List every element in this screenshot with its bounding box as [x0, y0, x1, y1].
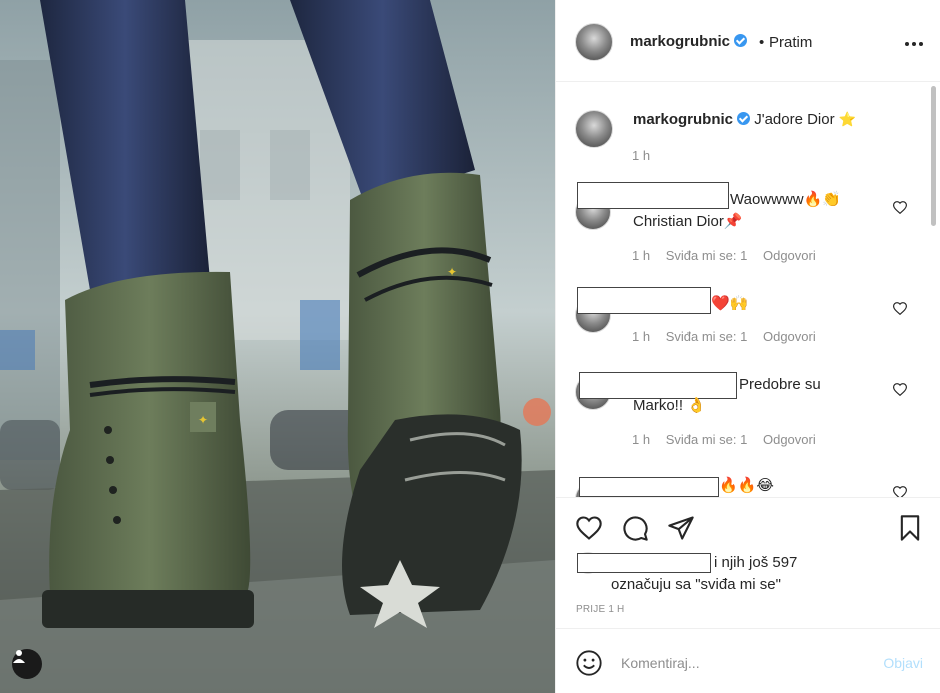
comment-text: ❤️🙌 [711, 295, 749, 312]
post-timestamp[interactable]: PRIJE 1 H [576, 604, 624, 615]
redacted-username [577, 287, 711, 314]
comment-heart-icon[interactable] [893, 383, 907, 396]
post-side-panel: markogrubnic • Pratim markogrubnic J'ado… [555, 0, 940, 693]
verified-badge-icon [737, 112, 751, 125]
reply-button[interactable]: Odgovori [763, 432, 816, 447]
comment-time[interactable]: 1 h [632, 248, 650, 263]
boots-illustration: ✦ ✦ [0, 0, 555, 693]
comment-likes[interactable]: Sviđa mi se: 1 [666, 432, 748, 447]
following-button[interactable]: Pratim [769, 34, 812, 51]
reply-button[interactable]: Odgovori [763, 329, 816, 344]
heart-icon[interactable] [575, 514, 603, 542]
post-username[interactable]: markogrubnic [630, 33, 748, 50]
post-header: markogrubnic • Pratim [556, 0, 940, 82]
comment-heart-icon[interactable] [893, 201, 907, 214]
comment-meta: 1 h Sviđa mi se: 1 Odgovori [632, 248, 828, 263]
tag-user-button[interactable] [12, 649, 42, 679]
caption-time[interactable]: 1 h [632, 148, 650, 163]
caption-avatar[interactable] [575, 110, 613, 148]
smiley-icon[interactable] [575, 649, 603, 677]
comment-text: Waowwww🔥👏 [730, 191, 841, 208]
comment-likes[interactable]: Sviđa mi se: 1 [666, 248, 748, 263]
scroll-thumb[interactable] [931, 86, 936, 226]
share-icon[interactable] [667, 514, 695, 542]
svg-text:✦: ✦ [447, 265, 457, 279]
bookmark-icon[interactable] [896, 514, 924, 542]
comment-text: Predobre su [739, 376, 821, 393]
comment-time[interactable]: 1 h [632, 432, 650, 447]
verified-badge-icon [734, 34, 748, 47]
caption-text: J'adore Dior [754, 111, 835, 128]
svg-text:✦: ✦ [198, 413, 208, 427]
comments-scrollbar[interactable] [931, 86, 938, 494]
comment-icon[interactable] [621, 514, 649, 542]
comment-meta: 1 h Sviđa mi se: 1 Odgovori [632, 329, 828, 344]
redacted-liker-username [577, 553, 711, 573]
redacted-username [579, 477, 719, 497]
add-comment-section: Objavi [556, 628, 940, 693]
comment-meta: 1 h Sviđa mi se: 1 Odgovori [632, 432, 828, 447]
comment-text-continued: Marko!! 👌 [633, 397, 706, 414]
comment-heart-icon[interactable] [893, 486, 907, 497]
comment-time[interactable]: 1 h [632, 329, 650, 344]
comments-list[interactable]: markogrubnic J'adore Dior ⭐ 1 h Waowwww🔥… [556, 82, 940, 497]
avatar[interactable] [575, 23, 613, 61]
action-bar: i njih još 597 označuju sa "sviđa mi se"… [556, 497, 940, 627]
likes-label: označuju sa "sviđa mi se" [611, 576, 781, 593]
tag-user-icon [13, 650, 25, 663]
comment-likes[interactable]: Sviđa mi se: 1 [666, 329, 748, 344]
comment-input[interactable] [621, 651, 861, 675]
more-horizontal-icon[interactable] [905, 36, 923, 46]
username-link[interactable]: markogrubnic [630, 33, 730, 50]
comment-text: 🔥🔥😂 [719, 477, 774, 494]
caption: markogrubnic J'adore Dior ⭐ [633, 111, 856, 128]
redacted-username [577, 182, 729, 209]
reply-button[interactable]: Odgovori [763, 248, 816, 263]
post-comment-button[interactable]: Objavi [883, 655, 923, 671]
follow-separator: • [759, 34, 765, 51]
likes-count[interactable]: i njih još 597 [714, 554, 797, 571]
caption-username[interactable]: markogrubnic [633, 111, 733, 128]
comment-text-continued: Christian Dior📌 [633, 213, 743, 230]
comment-heart-icon[interactable] [893, 302, 907, 315]
star-emoji: ⭐ [838, 111, 857, 127]
post-photo[interactable]: ✦ ✦ [0, 0, 555, 693]
